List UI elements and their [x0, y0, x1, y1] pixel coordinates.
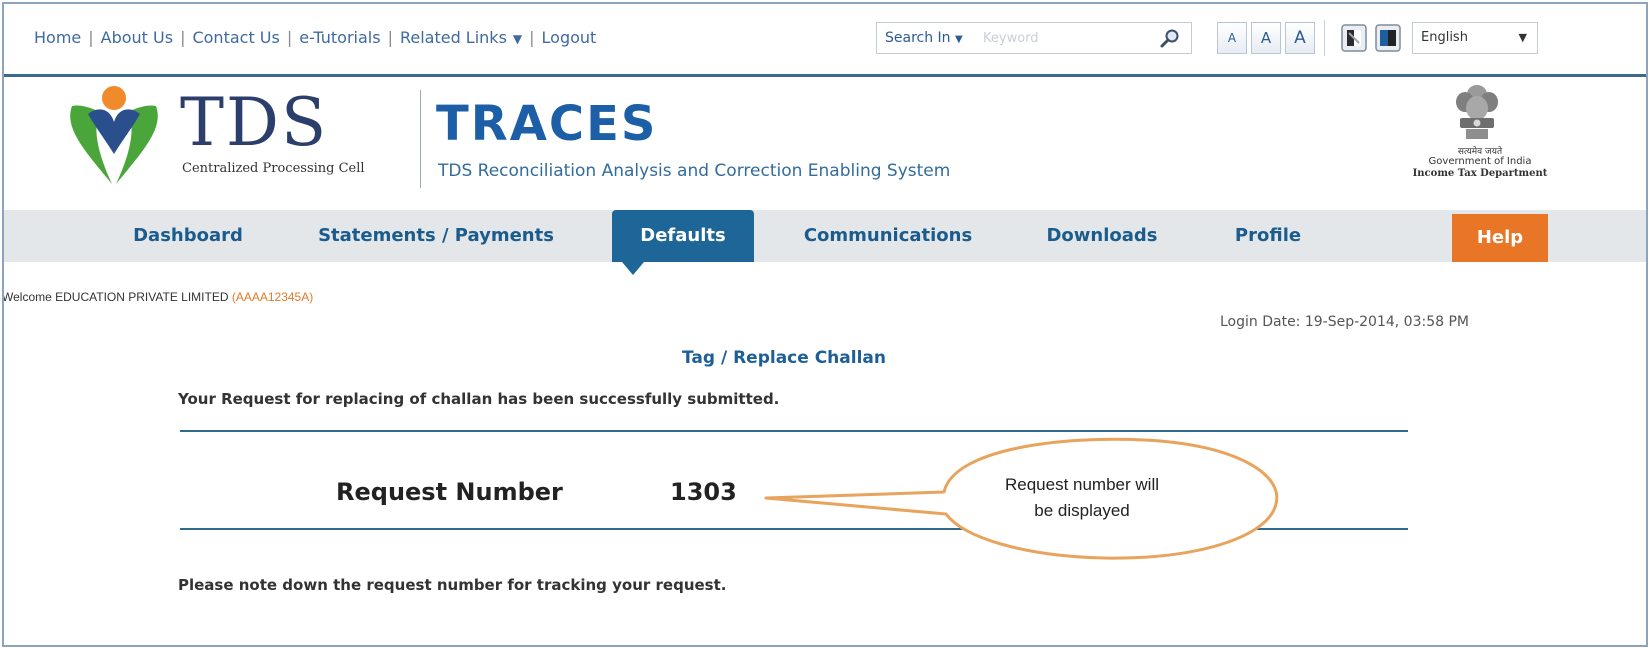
callout-line-2: be displayed: [1034, 501, 1130, 520]
logout-link[interactable]: Logout: [542, 28, 597, 47]
nav-communications[interactable]: Communications: [798, 210, 978, 262]
separator: |: [88, 28, 94, 47]
search-icon[interactable]: [1159, 28, 1181, 50]
divider: [420, 90, 421, 188]
caret-down-icon: ▼: [1518, 31, 1527, 44]
nav-downloads[interactable]: Downloads: [1040, 210, 1164, 262]
user-name: EDUCATION PRIVATE LIMITED: [55, 290, 229, 304]
search-scope-dropdown[interactable]: Search In ▼: [885, 30, 963, 46]
success-message: Your Request for replacing of challan ha…: [178, 390, 780, 408]
department-label: Income Tax Department: [1412, 168, 1548, 179]
home-link[interactable]: Home: [34, 28, 81, 47]
active-tab-indicator: [622, 262, 644, 275]
language-select[interactable]: English ▼: [1412, 22, 1538, 54]
app-subtitle: TDS Reconciliation Analysis and Correcti…: [438, 161, 951, 181]
user-pan: (AAAA12345A): [231, 290, 314, 304]
top-utility-bar: Home | About Us | Contact Us | e-Tutorials | Rel…: [4, 4, 1646, 74]
related-links-label: Related Links: [399, 28, 507, 47]
contact-us-link[interactable]: Contact Us: [192, 28, 279, 47]
font-size-large-button[interactable]: A: [1285, 22, 1315, 54]
about-us-link[interactable]: About Us: [101, 28, 173, 47]
tds-logo-text: TDS: [180, 84, 329, 161]
nav-dashboard[interactable]: Dashboard: [128, 210, 248, 262]
top-links: Home | About Us | Contact Us | e-Tutorials | Rel…: [34, 28, 596, 47]
font-size-small-button[interactable]: A: [1217, 22, 1247, 54]
search-input[interactable]: [983, 28, 1123, 48]
request-number-label: Request Number: [336, 478, 563, 506]
welcome-prefix: Welcome: [2, 290, 52, 304]
page-frame: Home | About Us | Contact Us | e-Tutorials | Rel…: [2, 2, 1648, 647]
divider: [4, 74, 1646, 77]
nav-statements-payments[interactable]: Statements / Payments: [316, 210, 556, 262]
search-scope-label: Search In: [885, 30, 951, 46]
caret-down-icon: ▼: [955, 34, 963, 45]
logo-subtitle: Centralized Processing Cell: [182, 161, 365, 176]
theme-icon[interactable]: [1374, 23, 1402, 53]
nav-defaults[interactable]: Defaults: [612, 210, 754, 262]
app-title: TRACES: [436, 96, 658, 152]
callout-text: Request number will be displayed: [952, 472, 1212, 524]
separator: |: [529, 28, 535, 47]
request-number-value: 1303: [670, 478, 737, 506]
e-tutorials-link[interactable]: e-Tutorials: [299, 28, 380, 47]
separator: |: [387, 28, 393, 47]
caret-down-icon: ▼: [512, 32, 523, 46]
language-value: English: [1421, 30, 1468, 45]
tds-logo-icon: [70, 86, 158, 184]
national-emblem-icon: [1456, 85, 1498, 139]
font-size-normal-button[interactable]: A: [1251, 22, 1281, 54]
divider: [180, 430, 1408, 432]
note-message: Please note down the request number for …: [178, 576, 727, 594]
welcome-message: Welcome EDUCATION PRIVATE LIMITED (AAAA1…: [2, 290, 314, 304]
government-label: Government of India: [1428, 156, 1532, 167]
nav-profile[interactable]: Profile: [1228, 210, 1308, 262]
divider: [1324, 20, 1325, 56]
page-title: Tag / Replace Challan: [682, 348, 886, 368]
separator: |: [286, 28, 293, 47]
login-date: Login Date: 19-Sep-2014, 03:58 PM: [1220, 314, 1469, 330]
separator: |: [180, 28, 186, 47]
callout-line-1: Request number will: [1004, 475, 1159, 494]
main-nav: Dashboard Statements / Payments Defaults…: [4, 210, 1646, 262]
related-links-dropdown[interactable]: Related Links ▼: [400, 28, 522, 47]
search-box: Search In ▼: [876, 22, 1192, 54]
nav-help[interactable]: Help: [1452, 214, 1548, 262]
high-contrast-icon[interactable]: [1340, 23, 1368, 53]
